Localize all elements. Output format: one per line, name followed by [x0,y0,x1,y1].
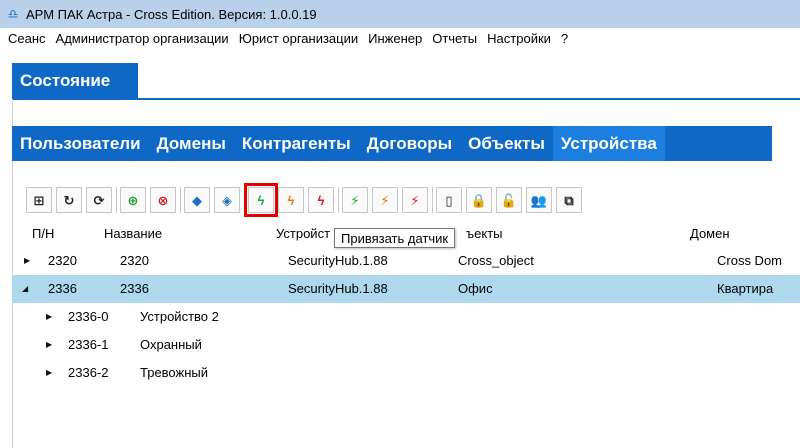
subrow-name: Устройство 2 [140,309,219,324]
list-item[interactable]: ▶ 2336-1 Охранный [12,331,800,359]
subrow-pn: 2336-2 [68,365,109,380]
bind-zone-icon[interactable]: ⚡ [342,187,368,213]
timed-refresh-icon[interactable]: ⟳ [86,187,112,213]
subrow-pn: 2336-0 [68,309,109,324]
menu-engineer[interactable]: Инженер [363,31,427,46]
row-device: SecurityHub.1.88 [288,253,388,268]
row-object: Cross_object [458,253,534,268]
expand-arrow-icon[interactable]: ▶ [24,256,30,265]
tab-domains[interactable]: Домены [149,126,234,161]
bind-sensor-icon[interactable]: ϟ [244,183,278,217]
subrow-pn: 2336-1 [68,337,109,352]
toolbar-separator [116,187,117,213]
phone-icon[interactable]: ▯ [436,187,462,213]
subrow-name: Тревожный [140,365,208,380]
unbind-sensor-icon[interactable]: ϟ [308,187,334,213]
menu-org-admin[interactable]: Администратор организации [51,31,234,46]
tooltip: Привязать датчик [334,228,456,248]
tab-contractors[interactable]: Контрагенты [234,126,359,161]
col-objects[interactable]: ъекты [466,226,503,241]
users-icon[interactable]: 👥 [526,187,552,213]
state-tab[interactable]: Состояние [12,63,138,99]
tab-devices[interactable]: Устройства [552,126,665,161]
toolbar-separator [338,187,339,213]
col-domain[interactable]: Домен [690,226,730,241]
remove-device-icon[interactable]: ◈ [214,187,240,213]
remove-group-icon[interactable]: ⊗ [150,187,176,213]
row-pn: 2336 [48,281,77,296]
col-pn[interactable]: П/Н [32,226,54,241]
tab-objects[interactable]: Объекты [460,126,553,161]
tab-users[interactable]: Пользователи [12,126,149,161]
row-name: 2336 [120,281,149,296]
add-group-icon[interactable]: ⊕ [120,187,146,213]
row-domain: Cross Dom [717,253,783,268]
menu-help[interactable]: ? [556,31,573,46]
main-tabs: Пользователи Домены Контрагенты Договоры… [12,126,772,161]
menu-bar: Сеанс Администратор организации Юрист ор… [0,28,800,48]
col-device[interactable]: Устройст [276,226,330,241]
subrow-name: Охранный [140,337,202,352]
list-item[interactable]: ▶ 2336-2 Тревожный [12,359,800,387]
list-item[interactable]: ▶ 2336-0 Устройство 2 [12,303,800,331]
collapse-arrow-icon[interactable]: ◢ [22,284,28,293]
menu-reports[interactable]: Отчеты [427,31,482,46]
app-bell-icon: ♎ [7,7,19,21]
col-name[interactable]: Название [104,226,162,241]
menu-session[interactable]: Сеанс [0,31,51,46]
expand-arrow-icon[interactable]: ▶ [46,340,52,349]
row-domain: Квартира [717,281,774,296]
refresh-icon[interactable]: ↻ [56,187,82,213]
device-tree-icon[interactable]: ⊞ [26,187,52,213]
row-pn: 2320 [48,253,77,268]
expand-arrow-icon[interactable]: ▶ [46,368,52,377]
lock-icon[interactable]: 🔒 [466,187,492,213]
edit-zone-icon[interactable]: ⚡ [372,187,398,213]
table-row[interactable]: ▶ 2320 2320 SecurityHub.1.88 Cross_objec… [12,247,800,275]
row-name: 2320 [120,253,149,268]
window-titlebar: ♎ АРМ ПАК Астра - Cross Edition. Версия:… [0,0,800,28]
window-title: АРМ ПАК Астра - Cross Edition. Версия: 1… [26,6,317,22]
row-device: SecurityHub.1.88 [288,281,388,296]
edit-sensor-icon[interactable]: ϟ [278,187,304,213]
menu-settings[interactable]: Настройки [482,31,556,46]
menu-org-lawyer[interactable]: Юрист организации [234,31,363,46]
state-divider [12,98,800,100]
toolbar-separator [244,187,245,213]
tab-contracts[interactable]: Договоры [359,126,460,161]
unbind-zone-icon[interactable]: ⚡ [402,187,428,213]
toolbar-separator [180,187,181,213]
row-object: Офис [458,281,493,296]
add-device-icon[interactable]: ◆ [184,187,210,213]
toolbar: ⊞ ↻ ⟳ ⊕ ⊗ ◆ ◈ ϟ ϟ ϟ ⚡ ⚡ ⚡ ▯ 🔒 🔓 👥 ⧉ [26,183,586,217]
expand-arrow-icon[interactable]: ▶ [46,312,52,321]
table-row[interactable]: ◢ 2336 2336 SecurityHub.1.88 Офис Кварти… [12,275,800,303]
unlock-icon[interactable]: 🔓 [496,187,522,213]
window-icon[interactable]: ⧉ [556,187,582,213]
toolbar-separator [432,187,433,213]
